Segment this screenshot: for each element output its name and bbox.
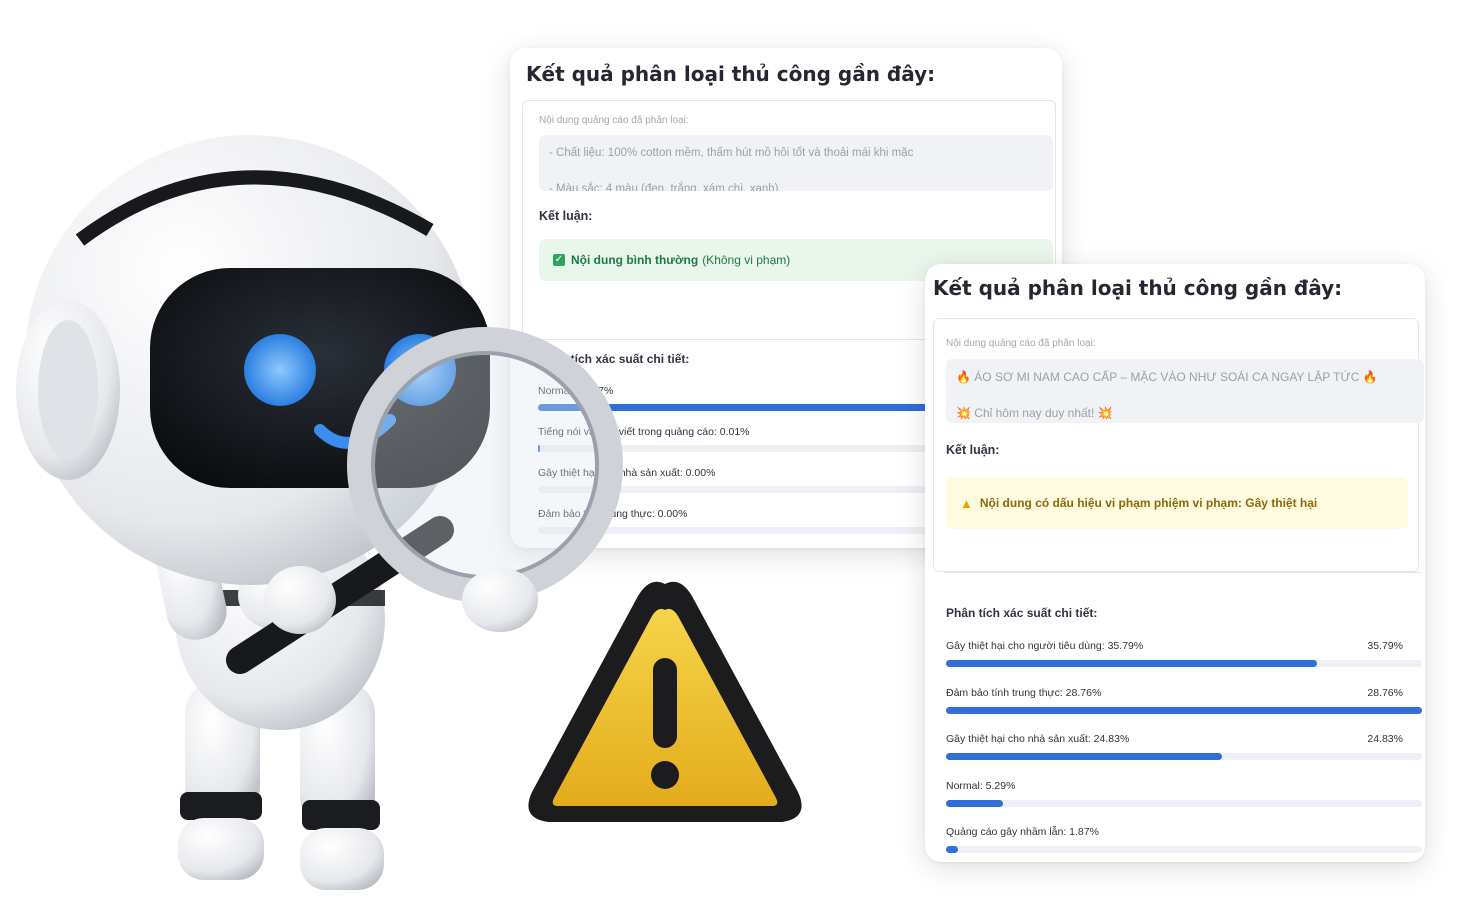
- bar-fill: [946, 753, 1223, 760]
- content-label: Nội dung quảng cáo đã phân loại:: [946, 338, 1096, 349]
- result-alert-violation: ▲ Nội dung có dấu hiệu vi phạm phiệm vi …: [946, 477, 1408, 529]
- conclusion-label: Kết luận:: [946, 443, 1000, 457]
- bar-percent: 28.76%: [1367, 686, 1403, 699]
- bar-label: Gây thiệt hại cho nhà sản xuất: 24.83%: [946, 733, 1130, 745]
- bar-label: Normal: 5.29%: [946, 779, 1016, 792]
- probability-bar: [946, 846, 1422, 853]
- bar-label: Gây thiệt hại cho người tiêu dùng: 35.79…: [946, 640, 1144, 652]
- content-line: 💥 Chỉ hôm nay duy nhất! 💥: [956, 406, 1113, 420]
- bar-fill: [946, 799, 1004, 807]
- ad-content-textbox[interactable]: 🔥 ÁO SƠ MI NAM CAO CẤP – MẶC VÀO NHƯ SOÁ…: [946, 359, 1424, 423]
- bar-fill: [946, 660, 1318, 667]
- bar-percent: 35.79%: [1367, 640, 1403, 652]
- robot-with-magnifier-illustration: [16, 135, 623, 890]
- panel-title: Kết quả phân loại thủ công gần đây:: [933, 276, 1343, 300]
- panel-title: Kết quả phân loại thủ công gần đây:: [526, 62, 936, 86]
- probability-bar: [946, 660, 1422, 667]
- probability-bar: [946, 706, 1422, 714]
- bar-fill: [946, 706, 1422, 714]
- classification-panel-violation: Kết quả phân loại thủ công gần đây: Nội …: [925, 264, 1425, 862]
- probability-bar: [946, 799, 1422, 807]
- result-note: (Không vi phạm): [702, 253, 791, 267]
- warning-icon: ▲: [960, 495, 973, 511]
- bar-label: Quảng cáo gây nhầm lẫn: 1.87%: [946, 826, 1099, 838]
- bar-percent: 24.83%: [1367, 733, 1403, 745]
- divider: [945, 572, 1421, 573]
- analysis-label: Phân tích xác suất chi tiết:: [946, 606, 1098, 620]
- probability-bar: [946, 753, 1422, 760]
- result-text: Nội dung có dấu hiệu vi phạm phiệm vi ph…: [979, 496, 1318, 510]
- bar-label: Đảm bảo tính trung thực: 28.76%: [946, 686, 1102, 699]
- content-line: 🔥 ÁO SƠ MI NAM CAO CẤP – MẶC VÀO NHƯ SOÁ…: [956, 370, 1378, 384]
- bar-fill: [946, 846, 958, 853]
- result-card: Nội dung quảng cáo đã phân loại: 🔥 ÁO SƠ…: [933, 318, 1424, 572]
